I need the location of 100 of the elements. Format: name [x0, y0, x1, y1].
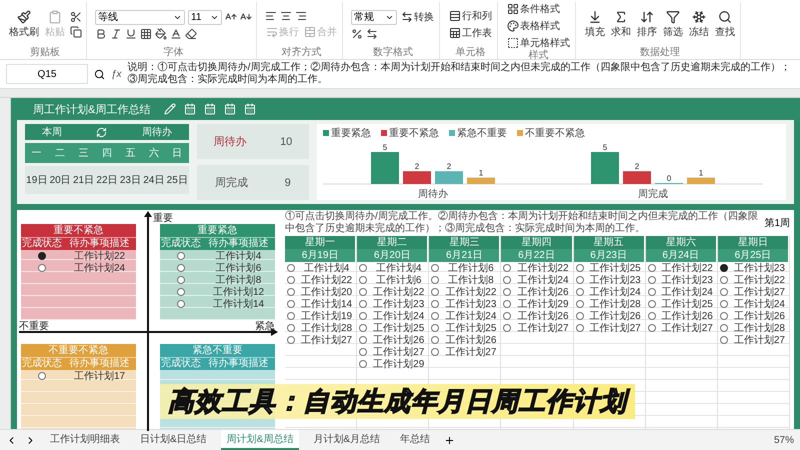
status-marker[interactable]: [431, 324, 440, 332]
align-right-icon[interactable]: [295, 10, 307, 22]
ribbon-tool-button[interactable]: 筛选: [662, 10, 684, 39]
status-marker[interactable]: [576, 312, 584, 320]
status-marker[interactable]: [287, 288, 295, 296]
calendar-icon[interactable]: [204, 103, 216, 115]
ribbon-tool-button[interactable]: 格式刷: [8, 10, 40, 39]
mode-button[interactable]: 周待办: [142, 125, 172, 139]
eraser-icon[interactable]: [185, 28, 197, 40]
font-color-icon[interactable]: [170, 28, 182, 40]
status-marker[interactable]: [359, 336, 368, 344]
status-marker[interactable]: [359, 276, 368, 284]
status-marker[interactable]: [431, 336, 440, 344]
underline-icon[interactable]: [125, 28, 137, 40]
ribbon-tool-button[interactable]: 行和列: [448, 9, 493, 23]
status-marker[interactable]: [720, 336, 728, 344]
sheet-tab[interactable]: 周计划&周总结: [220, 430, 300, 450]
status-marker[interactable]: [648, 276, 656, 284]
sheet-tab[interactable]: 年总结: [394, 430, 436, 450]
status-marker[interactable]: [359, 360, 368, 368]
fill-color-icon[interactable]: [155, 28, 167, 40]
status-marker[interactable]: [648, 288, 656, 296]
ribbon-tool-button[interactable]: 排序: [636, 10, 658, 39]
calendar-icon[interactable]: [224, 103, 236, 115]
status-marker[interactable]: [576, 300, 584, 308]
status-marker[interactable]: [576, 264, 584, 272]
status-marker[interactable]: [38, 372, 46, 380]
ribbon-tool-button[interactable]: 查找: [714, 10, 736, 39]
calendar-icon[interactable]: [244, 103, 256, 115]
status-marker[interactable]: [287, 264, 295, 272]
status-marker[interactable]: [431, 312, 440, 320]
status-marker[interactable]: [503, 312, 512, 320]
status-marker[interactable]: [359, 312, 368, 320]
status-marker[interactable]: [287, 324, 295, 332]
status-marker[interactable]: [359, 264, 368, 272]
status-marker[interactable]: [287, 312, 295, 320]
add-sheet-icon[interactable]: [444, 434, 456, 446]
pencil-icon[interactable]: [164, 103, 176, 115]
sheet-tab[interactable]: 日计划&日总结: [134, 430, 213, 450]
status-marker[interactable]: [576, 288, 584, 296]
status-marker[interactable]: [431, 288, 440, 296]
name-box[interactable]: Q15: [6, 64, 88, 84]
status-marker[interactable]: [431, 276, 440, 284]
zoom-level[interactable]: 57%: [774, 434, 794, 446]
status-marker[interactable]: [38, 252, 46, 260]
status-marker[interactable]: [431, 300, 440, 308]
status-marker[interactable]: [431, 264, 440, 272]
fx-button[interactable]: ƒx: [111, 68, 122, 80]
status-marker[interactable]: [720, 312, 728, 320]
status-marker[interactable]: [576, 276, 584, 284]
status-marker[interactable]: [287, 276, 295, 284]
ribbon-tool-button[interactable]: 单元格样式: [506, 36, 571, 50]
week-label[interactable]: 第1周: [764, 216, 790, 230]
status-marker[interactable]: [576, 324, 584, 332]
ribbon-tool-button[interactable]: 条件格式: [506, 2, 571, 16]
calendar-icon[interactable]: [184, 103, 196, 115]
status-marker[interactable]: [177, 264, 185, 272]
align-center-icon[interactable]: [280, 10, 292, 22]
status-marker[interactable]: [648, 300, 656, 308]
status-marker[interactable]: [359, 324, 368, 332]
status-marker[interactable]: [177, 276, 185, 284]
percent-icon[interactable]: [351, 28, 363, 40]
status-marker[interactable]: [177, 252, 185, 260]
sheet-tab[interactable]: 月计划&月总结: [307, 430, 386, 450]
status-marker[interactable]: [177, 300, 185, 308]
align-left-icon[interactable]: [265, 10, 277, 22]
font-size-dropdown[interactable]: 11: [188, 10, 222, 24]
ribbon-tool-button[interactable]: 冻结: [688, 10, 710, 39]
ribbon-tool-button[interactable]: 表格样式: [506, 19, 571, 33]
status-marker[interactable]: [503, 324, 512, 332]
status-marker[interactable]: [177, 288, 185, 296]
status-marker[interactable]: [503, 276, 512, 284]
ribbon-tool-button[interactable]: 工作表: [448, 26, 493, 40]
number-format-dropdown[interactable]: 常规: [351, 10, 397, 24]
status-marker[interactable]: [648, 264, 656, 272]
status-marker[interactable]: [287, 336, 295, 344]
toggle-icon[interactable]: [96, 126, 108, 138]
ribbon-tool-button[interactable]: 填充: [584, 10, 606, 39]
status-marker[interactable]: [720, 300, 728, 308]
status-marker[interactable]: [720, 288, 728, 296]
status-marker[interactable]: [503, 300, 512, 308]
font-dropdown[interactable]: 等线: [95, 10, 185, 24]
status-marker[interactable]: [287, 300, 295, 308]
scissors-icon[interactable]: [70, 11, 82, 23]
status-marker[interactable]: [359, 348, 368, 356]
status-marker[interactable]: [503, 264, 512, 272]
status-marker[interactable]: [648, 324, 656, 332]
bold-icon[interactable]: [95, 28, 107, 40]
sheet-tab[interactable]: 工作计划明细表: [44, 430, 126, 450]
status-marker[interactable]: [648, 312, 656, 320]
search-icon[interactable]: [94, 68, 105, 80]
status-marker[interactable]: [359, 300, 368, 308]
status-marker[interactable]: [359, 288, 368, 296]
status-marker[interactable]: [720, 264, 728, 272]
ribbon-tool-button[interactable]: 求和: [610, 10, 632, 39]
ribbon-tool-button[interactable]: 转换: [400, 10, 435, 24]
copy-icon[interactable]: [70, 26, 82, 38]
status-marker[interactable]: [720, 324, 728, 332]
status-marker[interactable]: [431, 348, 440, 356]
border-icon[interactable]: [140, 28, 152, 40]
